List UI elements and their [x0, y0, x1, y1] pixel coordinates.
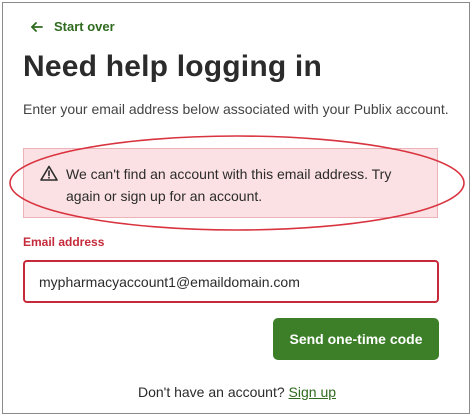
- email-field[interactable]: [23, 260, 439, 303]
- error-message: We can't find an account with this email…: [66, 166, 392, 204]
- send-one-time-code-button[interactable]: Send one-time code: [273, 318, 439, 360]
- email-field-label: Email address: [23, 235, 105, 249]
- start-over-label: Start over: [54, 19, 115, 34]
- signup-prompt-text: Don't have an account?: [137, 384, 285, 400]
- signup-prompt: Don't have an account? Sign up: [0, 384, 474, 400]
- sign-up-link[interactable]: Sign up: [289, 384, 336, 400]
- arrow-left-icon: [31, 21, 43, 32]
- start-over-link[interactable]: Start over: [30, 19, 115, 34]
- intro-text: Enter your email address below associate…: [23, 101, 449, 117]
- page-title: Need help logging in: [23, 50, 322, 83]
- warning-triangle-icon: [40, 165, 58, 181]
